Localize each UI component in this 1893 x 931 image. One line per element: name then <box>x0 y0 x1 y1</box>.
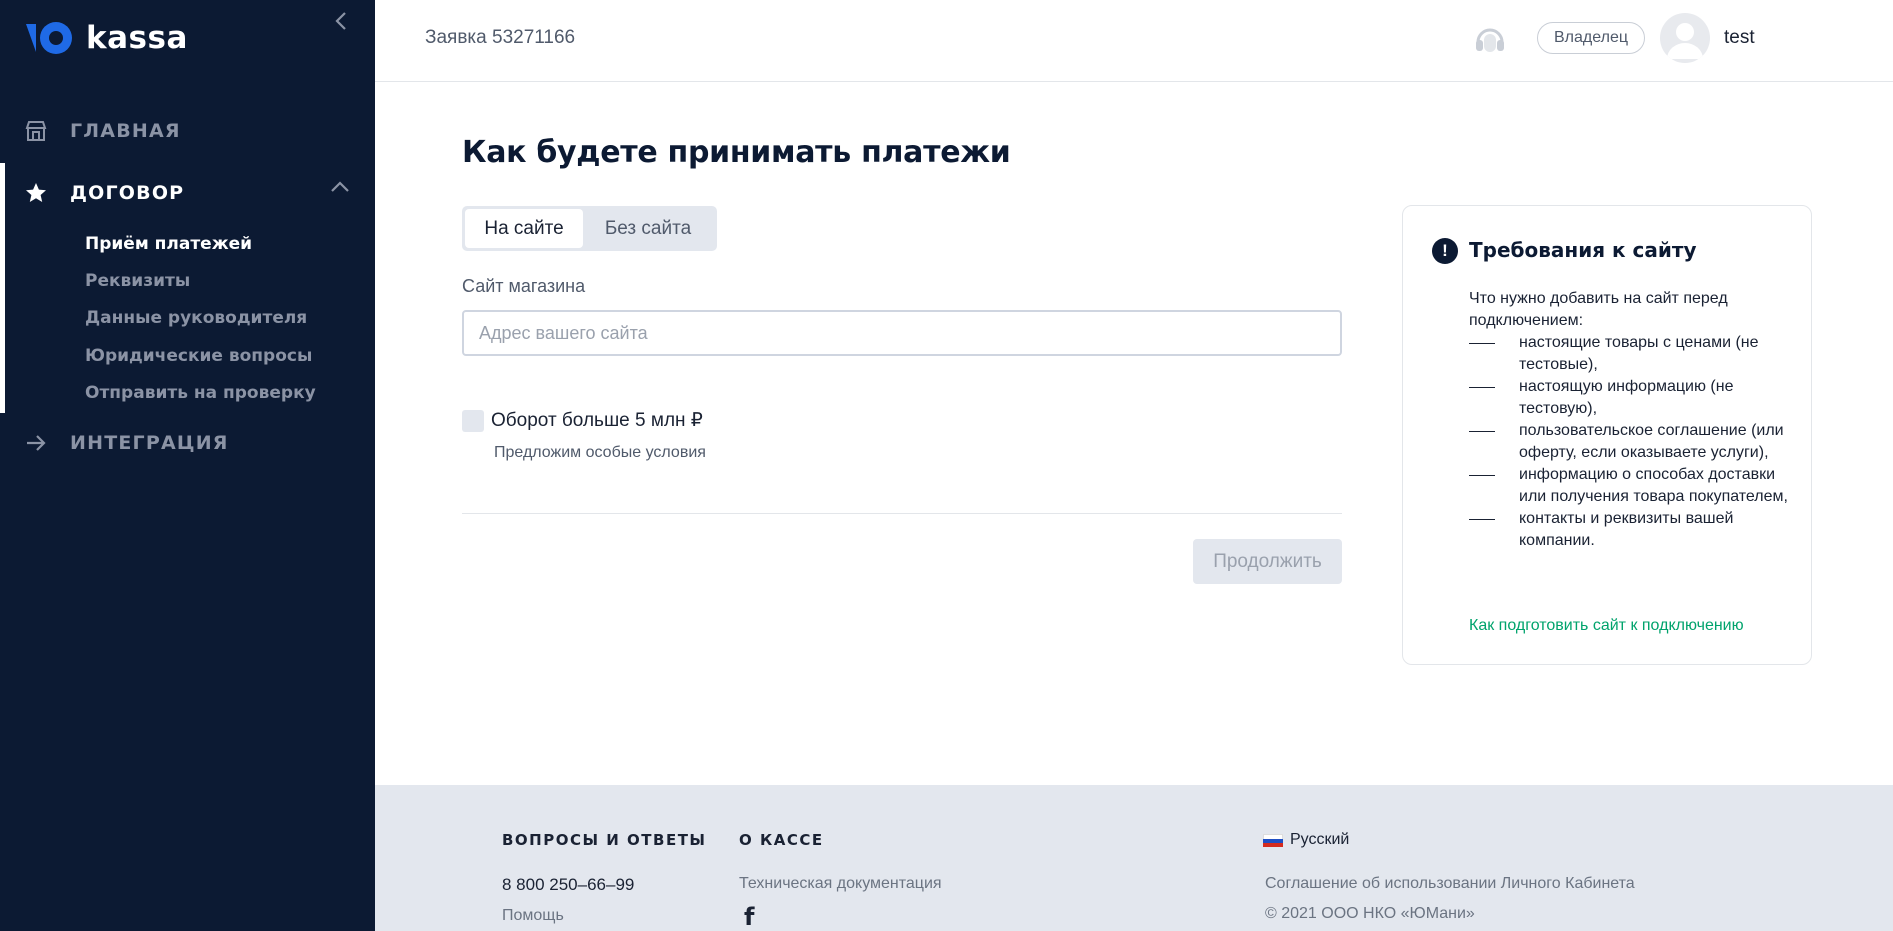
payment-mode-switch: На сайте Без сайта <box>462 206 717 251</box>
sub-item-payments[interactable]: Приём платежей <box>85 234 252 254</box>
footer: ВОПРОСЫ И ОТВЕТЫ 8 800 250–66–99 Помощь … <box>375 785 1893 931</box>
nav-label-home: ГЛАВНАЯ <box>70 120 181 142</box>
nav-item-contract[interactable]: ДОГОВОР <box>0 168 375 218</box>
main-content: Как будете принимать платежи На сайте Бе… <box>375 82 1893 785</box>
continue-button[interactable]: Продолжить <box>1193 539 1342 584</box>
facebook-icon[interactable]: f <box>744 903 754 931</box>
language-label: Русский <box>1290 831 1350 848</box>
chevron-left-icon <box>335 12 346 30</box>
chevron-up-icon[interactable] <box>330 180 350 198</box>
faq-heading: ВОПРОСЫ И ОТВЕТЫ <box>502 831 707 849</box>
user-icon <box>1667 23 1703 59</box>
avatar[interactable] <box>1660 13 1710 63</box>
help-link[interactable]: Помощь <box>502 907 564 925</box>
copyright: © 2021 ООО НКО «ЮМани» <box>1265 905 1475 922</box>
requirements-intro: Что нужно добавить на сайт перед подключ… <box>1469 290 1728 329</box>
nav-label-contract: ДОГОВОР <box>70 182 185 204</box>
order-title: Заявка 53271166 <box>425 27 576 48</box>
site-url-input[interactable] <box>462 310 1342 356</box>
list-item: пользовательское соглашение (или оферту,… <box>1469 420 1799 464</box>
top-header: Заявка 53271166 Владелец test <box>375 0 1893 82</box>
tech-docs-link[interactable]: Техническая документация <box>739 875 942 893</box>
page-title: Как будете принимать платежи <box>462 135 1011 170</box>
prepare-site-link[interactable]: Как подготовить сайт к подключению <box>1469 617 1744 635</box>
agreement-link[interactable]: Соглашение об использовании Личного Каби… <box>1265 875 1635 893</box>
sub-item-submit-review[interactable]: Отправить на проверку <box>85 383 316 403</box>
turnover-hint: Предложим особые условия <box>494 444 706 461</box>
logo[interactable]: kassa <box>24 18 188 58</box>
sidebar: kassa ГЛАВНАЯ ДОГОВОР Приём платежей Рек… <box>0 0 375 931</box>
turnover-label[interactable]: Оборот больше 5 млн ₽ <box>491 409 703 432</box>
about-heading: О КАССЕ <box>739 831 824 849</box>
sub-item-requisites[interactable]: Реквизиты <box>85 271 190 291</box>
yoomoney-logo-icon <box>24 18 74 58</box>
support-phone[interactable]: 8 800 250–66–99 <box>502 875 634 895</box>
store-icon <box>24 119 48 143</box>
requirements-list: настоящие товары с ценами (не тестовые),… <box>1469 332 1799 552</box>
logo-text: kassa <box>86 20 188 56</box>
requirements-card: ! Требования к сайту Что нужно добавить … <box>1402 205 1812 665</box>
requirements-title: Требования к сайту <box>1469 238 1697 262</box>
russia-flag-icon <box>1263 833 1283 847</box>
star-icon <box>24 181 48 205</box>
exclamation-icon: ! <box>1432 238 1458 264</box>
list-item: настоящую информацию (не тестовую), <box>1469 376 1799 420</box>
nav-item-integration[interactable]: ИНТЕГРАЦИЯ <box>0 418 375 468</box>
divider <box>462 513 1342 514</box>
sub-item-director-data[interactable]: Данные руководителя <box>85 308 307 328</box>
list-item: настоящие товары с ценами (не тестовые), <box>1469 332 1799 376</box>
nav-item-home[interactable]: ГЛАВНАЯ <box>0 106 375 156</box>
list-item: контакты и реквизиты вашей компании. <box>1469 508 1799 552</box>
list-item: информацию о способах доставки или получ… <box>1469 464 1799 508</box>
username[interactable]: test <box>1724 27 1755 49</box>
role-badge[interactable]: Владелец <box>1537 22 1646 54</box>
site-field-label: Сайт магазина <box>462 276 586 296</box>
tab-on-site[interactable]: На сайте <box>465 209 583 248</box>
headset-support-icon[interactable] <box>1472 22 1508 58</box>
collapse-sidebar-button[interactable] <box>330 6 352 36</box>
nav-label-integration: ИНТЕГРАЦИЯ <box>70 432 229 454</box>
arrow-right-icon <box>24 431 48 455</box>
turnover-checkbox[interactable] <box>462 410 484 432</box>
tab-without-site[interactable]: Без сайта <box>583 209 713 248</box>
sub-item-legal[interactable]: Юридические вопросы <box>85 346 312 366</box>
language-selector[interactable]: Русский <box>1263 831 1349 849</box>
